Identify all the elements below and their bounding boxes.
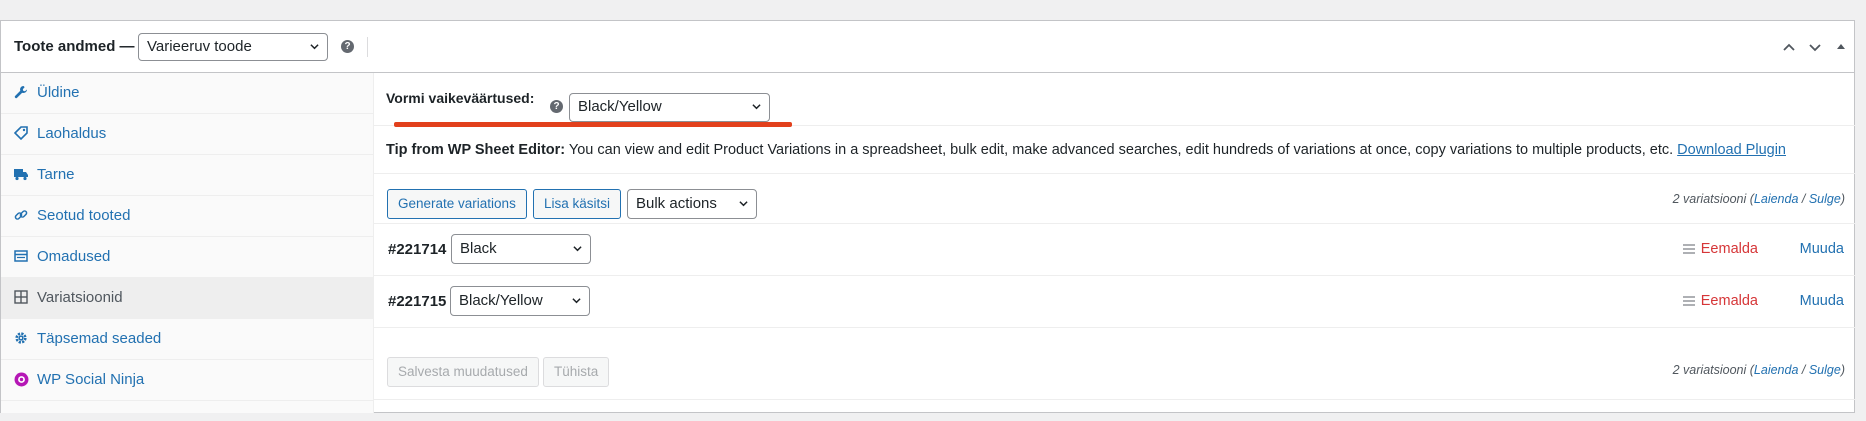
sidebar-item-label: Üldine xyxy=(37,84,80,101)
add-manually-button[interactable]: Lisa käsitsi xyxy=(533,189,622,219)
default-form-value: Black/Yellow xyxy=(578,98,662,115)
sidebar-item-inventory[interactable]: Laohaldus xyxy=(1,114,374,155)
panel-title: Toote andmed — xyxy=(14,38,135,55)
chevron-down-icon xyxy=(739,201,748,207)
variation-attribute-value: Black xyxy=(460,240,497,257)
tip-prefix: Tip from WP Sheet Editor: xyxy=(386,142,566,158)
expand-all-link[interactable]: Laienda xyxy=(1754,363,1799,377)
product-data-tabs: Üldine Laohaldus Tarne Seotud tooted Oma… xyxy=(1,73,374,413)
gear-icon xyxy=(15,332,27,344)
variations-panel: Vormi vaikeväärtused: ? Black/Yellow Tip… xyxy=(374,73,1855,413)
variation-attribute-select[interactable]: Black/Yellow xyxy=(450,286,590,316)
drag-handle-icon[interactable] xyxy=(1683,244,1695,254)
variations-count-text: 2 variatsiooni xyxy=(1672,192,1747,206)
panel-header: Toote andmed — Varieeruv toode ? xyxy=(1,21,1854,73)
sidebar-item-shipping[interactable]: Tarne xyxy=(1,155,374,196)
chevron-down-icon xyxy=(573,246,582,252)
sidebar-item-advanced[interactable]: Täpsemad seaded xyxy=(1,319,374,360)
expand-collapse-separator: / xyxy=(1798,363,1809,377)
sidebar-item-wp-social-ninja[interactable]: WP Social Ninja xyxy=(1,360,374,401)
save-changes-button[interactable]: Salvesta muudatused xyxy=(387,357,539,387)
sidebar-item-label: Täpsemad seaded xyxy=(37,330,162,347)
sidebar-item-general[interactable]: Üldine xyxy=(1,73,374,114)
tag-icon xyxy=(14,126,28,140)
product-type-value: Varieeruv toode xyxy=(147,38,252,55)
sidebar-item-label: Variatsioonid xyxy=(37,289,123,306)
ninja-icon xyxy=(14,372,29,387)
expand-collapse-separator: / xyxy=(1798,192,1809,206)
default-form-values-label: Vormi vaikeväärtused: xyxy=(386,90,535,106)
chevron-down-icon xyxy=(752,104,761,110)
chevron-down-icon xyxy=(572,298,581,304)
product-type-select[interactable]: Varieeruv toode xyxy=(138,33,328,61)
remove-variation-link[interactable]: Eemalda xyxy=(1701,241,1758,257)
move-down-icon[interactable] xyxy=(1807,39,1823,55)
highlight-underline xyxy=(394,122,792,127)
download-plugin-link[interactable]: Download Plugin xyxy=(1677,142,1786,158)
sidebar-item-label: Laohaldus xyxy=(37,125,107,142)
question-icon[interactable]: ? xyxy=(550,100,563,113)
variations-count: 2 variatsiooni (Laienda / Sulge) xyxy=(1672,192,1845,206)
sidebar-item-linked-products[interactable]: Seotud tooted xyxy=(1,196,374,237)
drag-handle-icon[interactable] xyxy=(1683,296,1695,306)
edit-variation-link[interactable]: Muuda xyxy=(1800,293,1844,309)
variation-attribute-value: Black/Yellow xyxy=(459,292,543,309)
generate-variations-button[interactable]: Generate variations xyxy=(387,189,527,219)
move-up-icon[interactable] xyxy=(1781,39,1797,55)
sidebar-item-attributes[interactable]: Omadused xyxy=(1,237,374,278)
product-data-panel: Toote andmed — Varieeruv toode ? Üldine … xyxy=(0,20,1855,413)
table-icon xyxy=(14,250,28,262)
truck-icon xyxy=(14,169,28,181)
variation-id: #221715 xyxy=(388,293,447,310)
wrench-icon xyxy=(14,86,27,99)
edit-variation-link[interactable]: Muuda xyxy=(1800,241,1844,257)
header-divider xyxy=(367,37,368,57)
variation-attribute-select[interactable]: Black xyxy=(451,234,591,264)
chevron-down-icon xyxy=(310,44,319,50)
sidebar-item-label: Tarne xyxy=(37,166,75,183)
tip-text: You can view and edit Product Variations… xyxy=(565,142,1678,158)
link-icon xyxy=(14,210,28,220)
expand-all-link[interactable]: Laienda xyxy=(1754,192,1799,206)
toggle-panel-icon[interactable] xyxy=(1833,39,1849,55)
bulk-actions-select[interactable]: Bulk actions xyxy=(627,189,757,219)
sheet-editor-tip: Tip from WP Sheet Editor: You can view a… xyxy=(386,142,1786,158)
default-form-values-row: Vormi vaikeväärtused: ? Black/Yellow xyxy=(374,73,1855,127)
collapse-all-link[interactable]: Sulge xyxy=(1809,192,1841,206)
bulk-actions-value: Bulk actions xyxy=(636,195,717,212)
variations-toolbar: Generate variations Lisa käsitsi Bulk ac… xyxy=(374,173,1855,224)
variation-id: #221714 xyxy=(388,241,447,258)
question-icon[interactable]: ? xyxy=(341,40,354,53)
variation-row[interactable]: #221715 Black/Yellow Eemalda Muuda xyxy=(374,276,1855,328)
sidebar-item-label: Seotud tooted xyxy=(37,207,131,224)
cancel-button[interactable]: Tühista xyxy=(543,357,610,387)
variations-count-text: 2 variatsiooni xyxy=(1672,363,1747,377)
sidebar-item-label: WP Social Ninja xyxy=(37,371,145,388)
remove-variation-link[interactable]: Eemalda xyxy=(1701,293,1758,309)
collapse-all-link[interactable]: Sulge xyxy=(1809,363,1841,377)
variations-count: 2 variatsiooni (Laienda / Sulge) xyxy=(1672,363,1845,377)
sidebar-item-label: Omadused xyxy=(37,248,111,265)
default-form-value-select[interactable]: Black/Yellow xyxy=(569,93,770,122)
sidebar-item-variations[interactable]: Variatsioonid xyxy=(1,278,374,319)
variation-row[interactable]: #221714 Black Eemalda Muuda xyxy=(374,224,1855,276)
variations-footer: Salvesta muudatused Tühista 2 variatsioo… xyxy=(374,349,1855,400)
grid-icon xyxy=(14,290,28,304)
